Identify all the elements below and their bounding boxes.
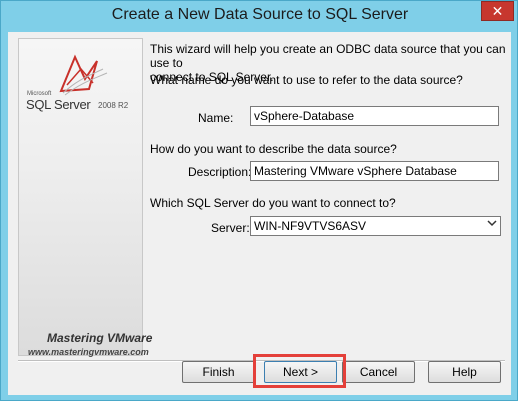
server-select[interactable]: WIN-NF9VTVS6ASV xyxy=(250,216,501,236)
finish-button[interactable]: Finish xyxy=(182,361,255,383)
sql-server-logo: Microsoft SQL Server 2008 R2 xyxy=(23,49,141,129)
watermark-title: Mastering VMware xyxy=(47,331,153,345)
window-title: Create a New Data Source to SQL Server xyxy=(111,6,409,23)
chevron-down-icon[interactable] xyxy=(487,218,497,231)
logo-version-text: 2008 R2 xyxy=(98,101,129,110)
close-icon: ✕ xyxy=(491,2,504,19)
server-select-value: WIN-NF9VTVS6ASV xyxy=(254,219,367,233)
dialog-client: Microsoft SQL Server 2008 R2 Mastering V… xyxy=(8,32,511,395)
server-question: Which SQL Server do you want to connect … xyxy=(150,196,396,210)
server-label: Server: xyxy=(211,221,250,235)
description-question: How do you want to describe the data sou… xyxy=(150,142,397,156)
watermark-url: www.masteringvmware.com xyxy=(28,347,149,357)
dialog-window: Create a New Data Source to SQL Server ✕… xyxy=(0,0,518,401)
next-button-highlight xyxy=(253,354,346,388)
title-bar[interactable]: Create a New Data Source to SQL Server ✕ xyxy=(1,1,518,32)
name-label: Name: xyxy=(198,111,234,125)
description-input[interactable]: Mastering VMware vSphere Database xyxy=(250,161,499,181)
cancel-button[interactable]: Cancel xyxy=(342,361,415,383)
side-panel: Microsoft SQL Server 2008 R2 xyxy=(18,38,143,356)
close-button[interactable]: ✕ xyxy=(481,1,514,21)
description-label: Description: xyxy=(188,165,252,179)
help-button[interactable]: Help xyxy=(428,361,501,383)
name-input[interactable]: vSphere-Database xyxy=(250,106,499,126)
logo-product-text: SQL Server xyxy=(26,97,91,112)
name-question: What name do you want to use to refer to… xyxy=(150,73,463,87)
